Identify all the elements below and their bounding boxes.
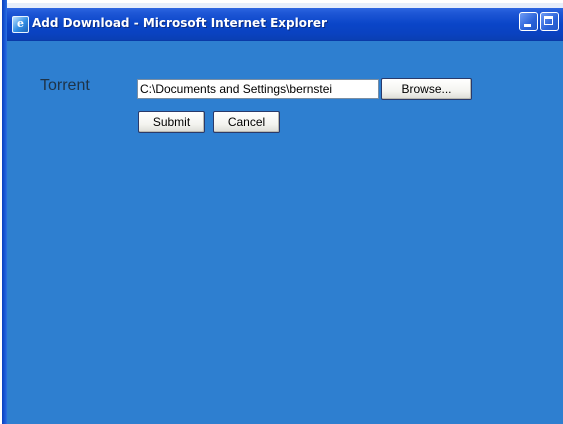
browse-button[interactable]: Browse... — [381, 78, 472, 100]
maximize-icon — [544, 16, 553, 25]
desktop-top-edge — [7, 0, 563, 8]
submit-button[interactable]: Submit — [138, 111, 205, 133]
minimize-button[interactable] — [519, 12, 538, 31]
minimize-icon — [524, 24, 531, 27]
maximize-button[interactable] — [540, 12, 559, 31]
desktop-left-edge — [0, 0, 7, 424]
window-titlebar[interactable]: e Add Download - Microsoft Internet Expl… — [7, 8, 563, 41]
add-download-form: Torrent C:\Documents and Settings\bernst… — [7, 41, 563, 424]
torrent-label: Torrent — [40, 77, 90, 94]
cancel-button[interactable]: Cancel — [213, 111, 280, 133]
torrent-file-input[interactable]: C:\Documents and Settings\bernstei — [137, 79, 379, 99]
window-title: Add Download - Microsoft Internet Explor… — [32, 16, 327, 30]
ie-page-icon[interactable]: e — [12, 16, 29, 33]
add-download-window: e Add Download - Microsoft Internet Expl… — [7, 8, 563, 424]
